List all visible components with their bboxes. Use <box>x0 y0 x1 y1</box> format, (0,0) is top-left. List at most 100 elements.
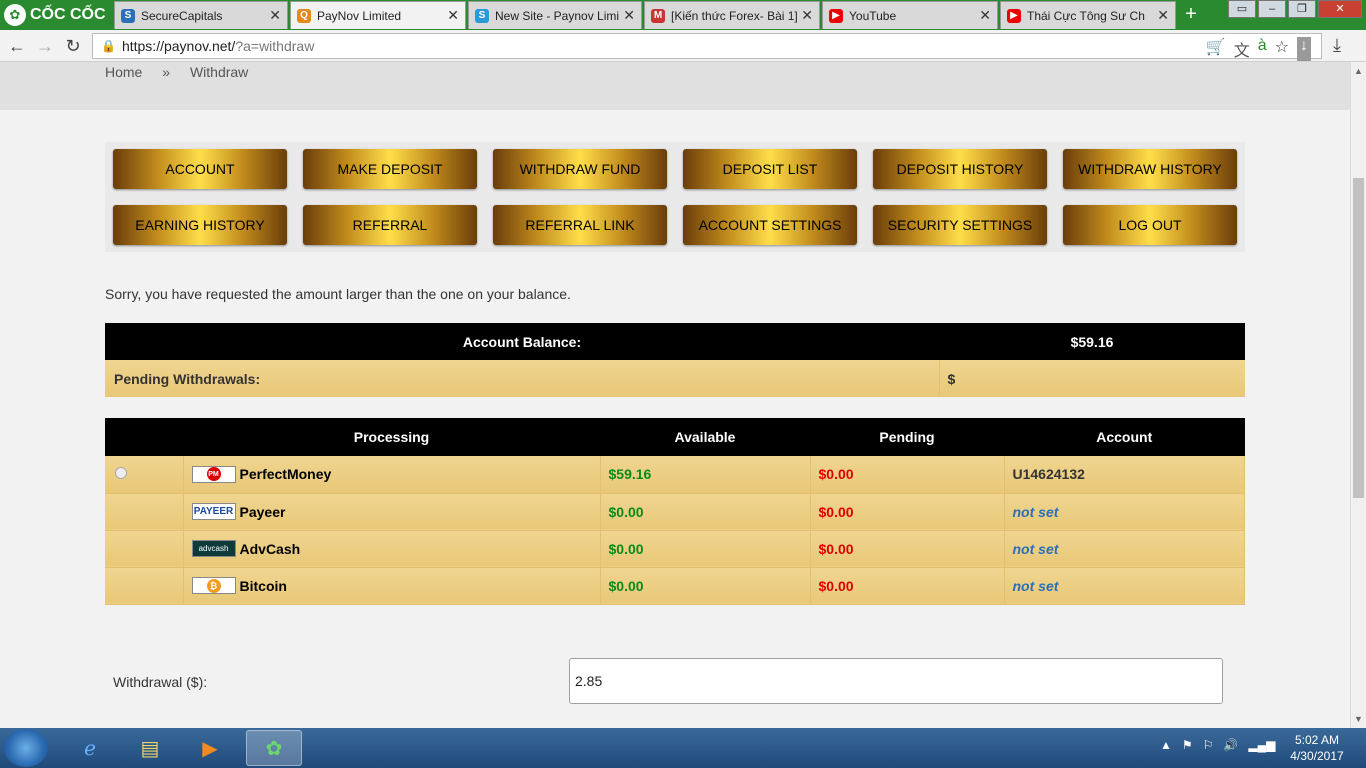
new-tab-button[interactable]: + <box>1180 4 1202 25</box>
breadcrumb-separator: » <box>162 64 171 80</box>
tab-kien-thuc-forex[interactable]: M [Kiến thức Forex- Bài 1] ✕ <box>644 1 820 29</box>
address-bar[interactable]: 🔒 https://paynov.net/ ?a=withdraw 🛒 文 à … <box>92 33 1322 61</box>
pending-withdrawals-row: Pending Withdrawals: $ <box>105 360 1245 397</box>
tab-close-icon[interactable]: ✕ <box>979 7 991 24</box>
bookmark-star-icon[interactable]: ☆ <box>1275 37 1289 61</box>
downloads-icon[interactable]: ⤓ <box>1333 35 1341 56</box>
menu-withdraw-history-button[interactable]: WITHDRAW HISTORY <box>1063 149 1237 189</box>
minimize-button[interactable]: – <box>1258 0 1286 18</box>
processor-name: Payeer <box>239 503 286 520</box>
action-center-icon[interactable]: ⚐ <box>1203 738 1214 752</box>
account-balance-value: $59.16 <box>939 323 1245 360</box>
available-amount: $0.00 <box>600 493 811 531</box>
breadcrumb: Home » Withdraw <box>105 64 248 80</box>
spellcheck-icon[interactable]: à <box>1258 37 1267 61</box>
tab-securecapitals[interactable]: S SecureCapitals ✕ <box>114 1 288 29</box>
scroll-down-icon[interactable]: ▼ <box>1354 714 1363 724</box>
header-pending: Pending <box>810 418 1004 456</box>
pending-amount: $0.00 <box>810 530 1005 568</box>
savior-download-icon[interactable]: ↓ <box>1297 37 1311 61</box>
header-available: Available <box>600 418 810 456</box>
table-row: PAYEER Payeer $0.00 $0.00 not set <box>105 493 1245 531</box>
processors-table: Processing Available Pending Account PM … <box>105 418 1245 605</box>
withdrawal-amount-label: Withdrawal ($): <box>113 674 208 690</box>
tab-thai-cuc-tong-su[interactable]: ▶ Thái Cực Tông Sư Ch ✕ <box>1000 1 1176 29</box>
perfectmoney-logo-icon: PM <box>191 465 236 483</box>
breadcrumb-current: Withdraw <box>189 64 249 80</box>
network-warning-icon[interactable]: ⚑ <box>1182 738 1193 752</box>
pending-withdrawals-value: $ <box>939 360 1245 397</box>
tab-new-site[interactable]: S New Site - Paynov Limi ✕ <box>468 1 642 29</box>
tab-favicon-icon: M <box>651 8 665 23</box>
forward-arrow-icon[interactable]: → <box>34 36 56 57</box>
close-window-button[interactable]: ✕ <box>1318 0 1362 18</box>
start-button[interactable] <box>4 729 48 767</box>
menu-deposit-list-button[interactable]: DEPOSIT LIST <box>683 149 857 189</box>
volume-icon[interactable]: 🔊 <box>1223 738 1238 752</box>
translate-icon[interactable]: 文 <box>1234 37 1250 61</box>
menu-earning-history-button[interactable]: EARNING HISTORY <box>113 205 287 245</box>
menu-account-button[interactable]: ACCOUNT <box>113 149 287 189</box>
shopping-cart-icon[interactable]: 🛒 <box>1206 37 1226 61</box>
tab-title: SecureCapitals <box>141 8 223 23</box>
menu-log-out-button[interactable]: LOG OUT <box>1063 205 1237 245</box>
back-arrow-icon[interactable]: ← <box>6 36 28 57</box>
scroll-up-icon[interactable]: ▲ <box>1354 66 1363 76</box>
account-balance-label: Account Balance: <box>105 323 939 360</box>
clock-time: 5:02 AM <box>1294 733 1340 747</box>
withdrawal-amount-input[interactable] <box>569 658 1223 704</box>
account-menu: ACCOUNT MAKE DEPOSIT WITHDRAW FUND DEPOS… <box>105 142 1245 252</box>
balance-row: Account Balance: $59.16 <box>105 323 1245 360</box>
processor-select-cell <box>105 567 184 605</box>
processor-name-cell: ₿ Bitcoin <box>183 567 601 605</box>
page-scrollbar[interactable]: ▲ ▼ <box>1350 62 1366 728</box>
breadcrumb-bar: Home » Withdraw <box>0 62 1350 110</box>
tab-close-icon[interactable]: ✕ <box>269 7 281 24</box>
browser-brand[interactable]: ✿ CỐC CỐC <box>0 0 112 30</box>
file-explorer-icon[interactable]: ▤ <box>122 730 178 766</box>
scrollbar-thumb[interactable] <box>1353 178 1364 498</box>
pending-amount: $0.00 <box>810 493 1005 531</box>
account-not-set: not set <box>1004 567 1245 605</box>
processor-name: PerfectMoney <box>239 466 332 483</box>
account-not-set: not set <box>1004 530 1245 568</box>
tab-title: PayNov Limited <box>317 8 402 23</box>
processor-name: AdvCash <box>239 540 301 557</box>
balance-table: Account Balance: $59.16 Pending Withdraw… <box>105 323 1245 397</box>
page-content: Home » Withdraw ACCOUNT MAKE DEPOSIT WIT… <box>0 62 1350 728</box>
clock-date: 4/30/2017 <box>1290 749 1344 763</box>
menu-referral-link-button[interactable]: REFERRAL LINK <box>493 205 667 245</box>
coccoc-taskbar-icon[interactable]: ✿ <box>246 730 302 766</box>
menu-security-settings-button[interactable]: SECURITY SETTINGS <box>873 205 1047 245</box>
tab-close-icon[interactable]: ✕ <box>801 7 813 24</box>
pending-withdrawals-label: Pending Withdrawals: <box>105 360 940 397</box>
error-message: Sorry, you have requested the amount lar… <box>105 286 571 302</box>
processor-name-cell: advcash AdvCash <box>183 530 601 568</box>
tab-youtube[interactable]: ▶ YouTube ✕ <box>822 1 998 29</box>
menu-withdraw-fund-button[interactable]: WITHDRAW FUND <box>493 149 667 189</box>
user-icon[interactable]: ▭ <box>1228 0 1256 18</box>
media-player-icon[interactable]: ▶ <box>182 730 238 766</box>
menu-account-settings-button[interactable]: ACCOUNT SETTINGS <box>683 205 857 245</box>
menu-make-deposit-button[interactable]: MAKE DEPOSIT <box>303 149 477 189</box>
tab-close-icon[interactable]: ✕ <box>1157 7 1169 24</box>
tab-favicon-icon: ▶ <box>1007 8 1021 23</box>
reload-icon[interactable]: ↻ <box>62 36 84 57</box>
coccoc-logo-icon: ✿ <box>4 4 26 26</box>
taskbar-clock[interactable]: 5:02 AM 4/30/2017 <box>1282 732 1352 764</box>
menu-referral-button[interactable]: REFERRAL <box>303 205 477 245</box>
menu-deposit-history-button[interactable]: DEPOSIT HISTORY <box>873 149 1047 189</box>
perfectmoney-radio[interactable] <box>115 467 127 480</box>
internet-explorer-icon[interactable]: ℯ <box>62 730 118 766</box>
tab-title: New Site - Paynov Limi <box>495 8 620 23</box>
tab-close-icon[interactable]: ✕ <box>623 7 635 24</box>
processor-name: Bitcoin <box>239 577 287 594</box>
maximize-button[interactable]: ❐ <box>1288 0 1316 18</box>
table-row: PM PerfectMoney $59.16 $0.00 U14624132 <box>105 456 1245 494</box>
breadcrumb-home-link[interactable]: Home <box>105 64 142 80</box>
tray-expand-icon[interactable]: ▲ <box>1160 738 1172 752</box>
browser-tab-bar: ✿ CỐC CỐC S SecureCapitals ✕ Q PayNov Li… <box>0 0 1366 30</box>
tab-close-icon[interactable]: ✕ <box>447 7 459 24</box>
tab-paynov-limited[interactable]: Q PayNov Limited ✕ <box>290 1 466 29</box>
signal-icon[interactable]: ▂▄▆ <box>1248 738 1275 752</box>
